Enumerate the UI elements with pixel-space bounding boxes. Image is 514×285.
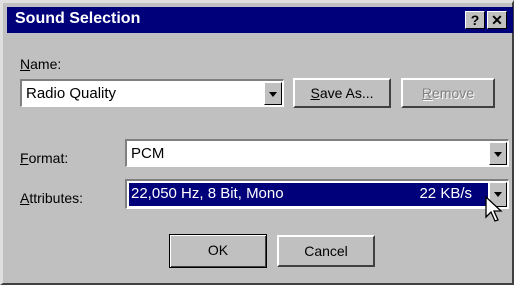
format-label: Format: [20,150,69,166]
help-button[interactable]: ? [465,11,485,29]
attributes-selected: 22,050 Hz, 8 Bit, Mono 22 KB/s [129,183,488,206]
attributes-value: 22,050 Hz, 8 Bit, Mono [131,185,284,202]
dialog-title: Sound Selection [15,10,141,27]
sound-selection-dialog: Sound Selection ? ✕ Name: Radio Quality … [0,0,514,285]
format-combobox[interactable]: PCM [125,139,509,167]
chevron-down-icon [269,92,277,97]
format-dropdown-button[interactable] [489,142,507,165]
attributes-combobox[interactable]: 22,050 Hz, 8 Bit, Mono 22 KB/s [125,179,509,209]
save-as-button[interactable]: Save As... [293,78,391,108]
ok-button[interactable]: OK [169,234,267,268]
format-value: PCM [131,145,165,162]
close-button[interactable]: ✕ [487,11,507,29]
name-combobox[interactable]: Radio Quality [20,79,284,107]
mouse-cursor-icon [485,196,503,222]
name-dropdown-button[interactable] [264,82,282,105]
attributes-size: 22 KB/s [419,185,472,202]
remove-button[interactable]: Remove [401,78,495,108]
close-icon: ✕ [491,12,503,28]
attributes-label: Attributes: [20,190,84,206]
chevron-down-icon [494,152,502,157]
cancel-button[interactable]: Cancel [277,235,375,267]
name-value: Radio Quality [26,85,117,102]
name-label: Name: [20,56,62,72]
title-bar[interactable]: Sound Selection ? ✕ [7,7,513,33]
